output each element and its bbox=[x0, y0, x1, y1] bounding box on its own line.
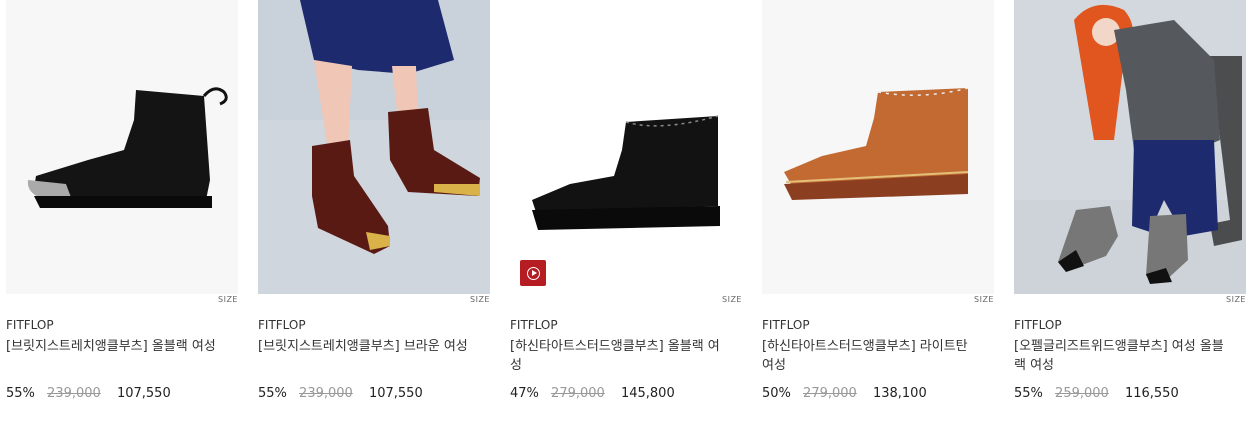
product-title[interactable]: [브릿지스트레치앵클부츠] 브라운 여성 bbox=[258, 337, 468, 356]
product-brand[interactable]: FITFLOP bbox=[258, 318, 306, 332]
sale-price: 145,800 bbox=[620, 386, 675, 401]
product-image[interactable] bbox=[510, 0, 742, 294]
product-brand[interactable]: FITFLOP bbox=[510, 318, 558, 332]
discount-rate: 50% bbox=[762, 386, 791, 401]
original-price: 259,000 bbox=[1055, 386, 1109, 401]
product-brand[interactable]: FITFLOP bbox=[6, 318, 54, 332]
product-image[interactable] bbox=[762, 0, 994, 294]
product-brand[interactable]: FITFLOP bbox=[762, 318, 810, 332]
price-row: 55% 239,000 107,550 bbox=[6, 386, 171, 401]
product-grid: SIZE FITFLOP [브릿지스트레치앵클부츠] 올블랙 여성 55% 23… bbox=[0, 0, 1259, 426]
discount-rate: 55% bbox=[258, 386, 287, 401]
sale-price: 116,550 bbox=[1124, 386, 1179, 401]
size-label[interactable]: SIZE bbox=[1226, 295, 1246, 304]
price-row: 55% 239,000 107,550 bbox=[258, 386, 423, 401]
original-price: 279,000 bbox=[803, 386, 857, 401]
size-label[interactable]: SIZE bbox=[974, 295, 994, 304]
original-price: 239,000 bbox=[47, 386, 101, 401]
price-row: 47% 279,000 145,800 bbox=[510, 386, 675, 401]
product-image[interactable] bbox=[1014, 0, 1246, 294]
size-label[interactable]: SIZE bbox=[470, 295, 490, 304]
size-label[interactable]: SIZE bbox=[218, 295, 238, 304]
original-price: 279,000 bbox=[551, 386, 605, 401]
product-title[interactable]: [하신타아트스터드앵클부츠] 라이트탄 여성 bbox=[762, 337, 972, 375]
play-circle-icon bbox=[526, 266, 540, 280]
discount-rate: 55% bbox=[1014, 386, 1043, 401]
product-brand[interactable]: FITFLOP bbox=[1014, 318, 1062, 332]
price-row: 50% 279,000 138,100 bbox=[762, 386, 927, 401]
product-card[interactable]: SIZE FITFLOP [오펠글리즈트위드앵클부츠] 여성 올블랙 여성 55… bbox=[1014, 0, 1246, 401]
product-card[interactable]: SIZE FITFLOP [브릿지스트레치앵클부츠] 브라운 여성 55% 23… bbox=[258, 0, 490, 401]
sale-price: 107,550 bbox=[368, 386, 423, 401]
product-image[interactable] bbox=[258, 0, 490, 294]
product-card[interactable]: SIZE FITFLOP [하신타아트스터드앵클부츠] 올블랙 여성 47% 2… bbox=[510, 0, 742, 401]
discount-rate: 55% bbox=[6, 386, 35, 401]
product-image[interactable] bbox=[6, 0, 238, 294]
product-card[interactable]: SIZE FITFLOP [하신타아트스터드앵클부츠] 라이트탄 여성 50% … bbox=[762, 0, 994, 401]
size-label[interactable]: SIZE bbox=[722, 295, 742, 304]
original-price: 239,000 bbox=[299, 386, 353, 401]
product-title[interactable]: [하신타아트스터드앵클부츠] 올블랙 여성 bbox=[510, 337, 720, 375]
sale-price: 138,100 bbox=[872, 386, 927, 401]
product-title[interactable]: [오펠글리즈트위드앵클부츠] 여성 올블랙 여성 bbox=[1014, 337, 1224, 375]
sale-price: 107,550 bbox=[116, 386, 171, 401]
product-card[interactable]: SIZE FITFLOP [브릿지스트레치앵클부츠] 올블랙 여성 55% 23… bbox=[6, 0, 238, 401]
product-title[interactable]: [브릿지스트레치앵클부츠] 올블랙 여성 bbox=[6, 337, 216, 356]
video-play-button[interactable] bbox=[520, 260, 546, 286]
price-row: 55% 259,000 116,550 bbox=[1014, 386, 1179, 401]
discount-rate: 47% bbox=[510, 386, 539, 401]
